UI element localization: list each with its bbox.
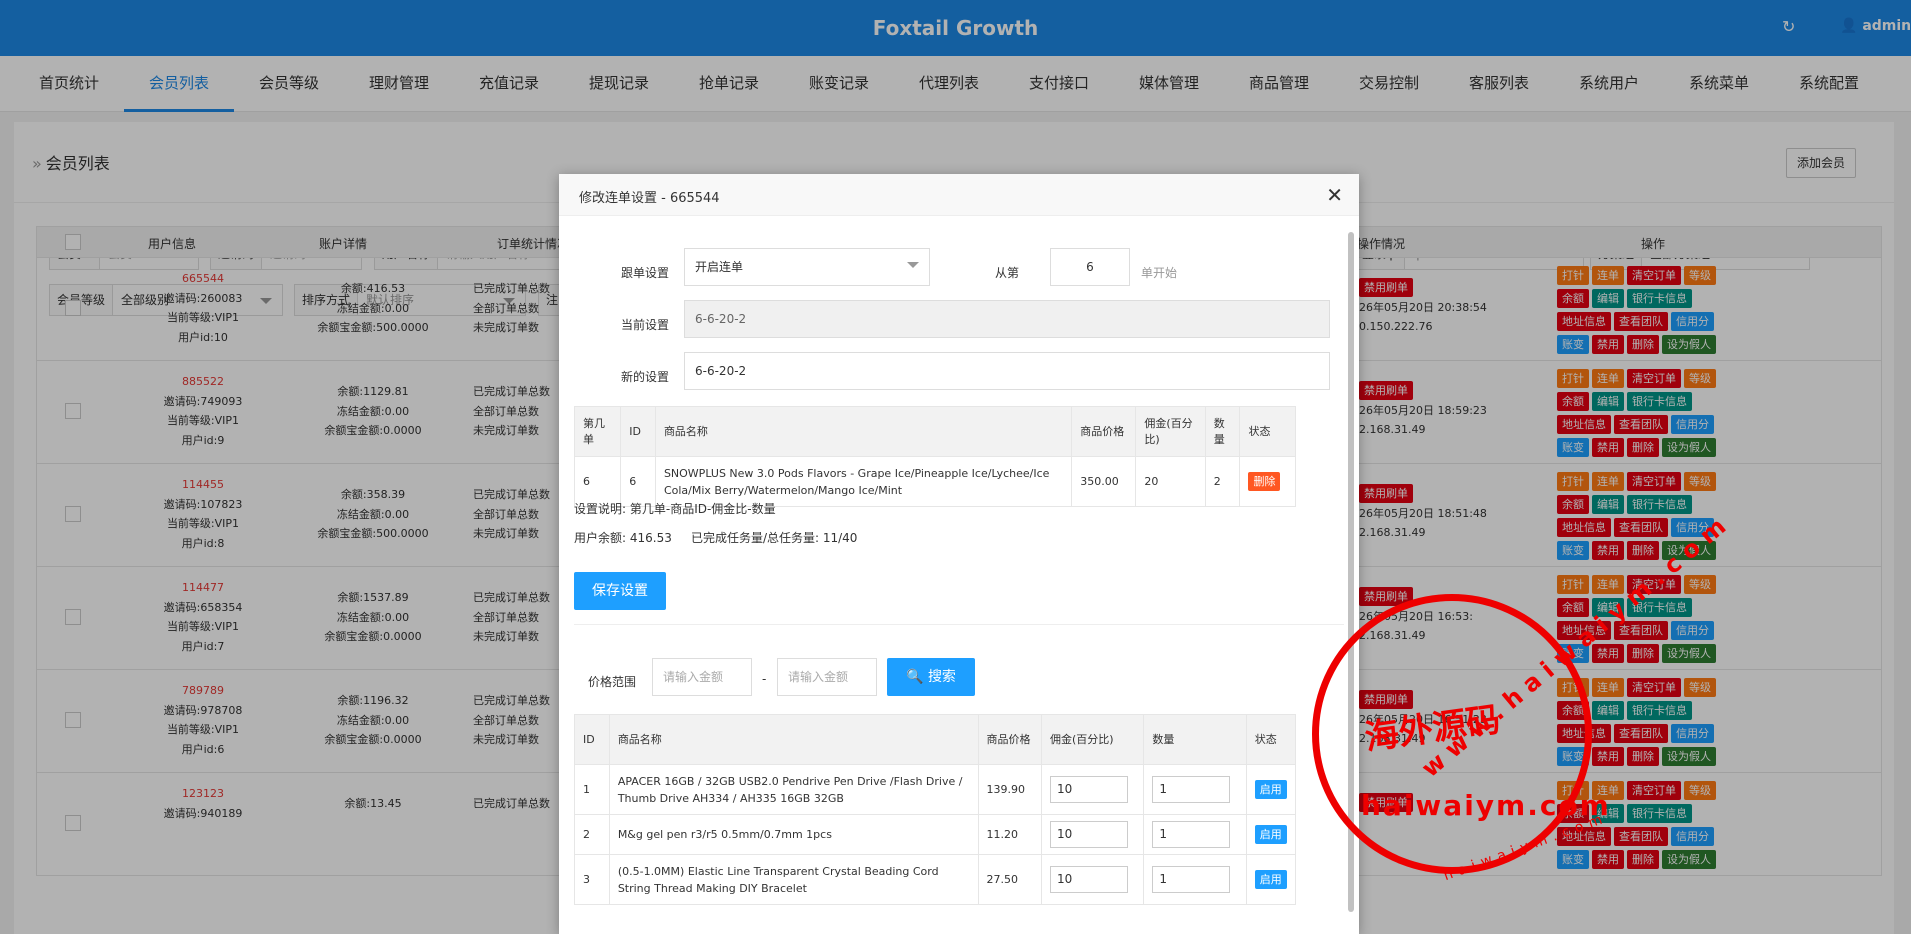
table-cell: 删除 (1239, 456, 1296, 507)
table-cell: M&g gel pen r3/r5 0.5mm/0.7mm 1pcs (608, 814, 979, 855)
search-icon: 🔍 (906, 669, 924, 685)
price-max-input[interactable]: 请输入金额 (777, 658, 877, 696)
table-cell: APACER 16GB / 32GB USB2.0 Pendrive Pen D… (608, 764, 979, 815)
column-header: 商品价格 (1071, 406, 1137, 457)
delete-button[interactable]: 删除 (1248, 472, 1281, 491)
table-cell: 启用 (1245, 764, 1297, 815)
column-header: 数量 (1143, 714, 1247, 765)
current-setting-label: 当前设置 (620, 318, 669, 332)
user-summary: 用户余额: 416.53 已完成任务量/总任务量: 11/40 (574, 529, 857, 546)
column-header: 状态 (1245, 714, 1297, 765)
column-header: 佣金(百分比) (1135, 406, 1206, 457)
column-header: 商品价格 (977, 714, 1042, 765)
table-cell: 1 (1143, 814, 1247, 855)
stamp-url-text: haiwaiym.com (1361, 789, 1611, 822)
table-cell: 1 (1143, 854, 1247, 905)
edit-consecutive-order-modal: 修改连单设置 - 665544 ✕ 跟单设置 开启连单 从第 6 单开始 当前设… (559, 174, 1359, 934)
table-cell: 6 (573, 456, 622, 507)
table-row: 3 (0.5-1.0MM) Elastic Line Transparent Cr… (574, 854, 1297, 905)
range-dash: - (762, 672, 767, 686)
divider (574, 624, 1344, 625)
price-min-input[interactable]: 请输入金额 (652, 658, 752, 696)
enable-button[interactable]: 启用 (1254, 780, 1287, 799)
commission-input[interactable]: 10 (1049, 821, 1128, 848)
modal-title: 修改连单设置 - 665544 (579, 191, 720, 206)
current-setting-field: 6-6-20-2 (684, 300, 1330, 338)
save-settings-button[interactable]: 保存设置 (574, 572, 666, 610)
new-setting-label: 新的设置 (620, 370, 669, 384)
column-header: 数量 (1204, 406, 1241, 457)
table-cell: 10 (1040, 764, 1145, 815)
table-row: 6 6 SNOWPLUS New 3.0 Pods Flavors - Grape … (573, 456, 1296, 507)
enable-button[interactable]: 启用 (1254, 870, 1287, 889)
settings-table: 第几单 ID 商品名称 商品价格 佣金(百分比) 数量 状态 6 6 SNOWPLUS New 3… (573, 406, 1296, 507)
setting-description: 设置说明: 第几单-商品ID-佣金比-数量 (574, 502, 776, 516)
follow-setting-select[interactable]: 开启连单 (684, 248, 930, 286)
table-cell: 2 (1204, 456, 1241, 507)
commission-input[interactable]: 10 (1049, 866, 1128, 893)
column-header: ID (574, 714, 610, 765)
quantity-input[interactable]: 1 (1152, 776, 1231, 803)
table-cell: 139.90 (977, 764, 1042, 815)
follow-setting-value: 开启连单 (695, 260, 744, 274)
user-balance: 用户余额: 416.53 (574, 531, 672, 545)
new-setting-input[interactable]: 6-6-20-2 (684, 352, 1330, 390)
column-header: 商品名称 (608, 714, 979, 765)
goods-table: ID 商品名称 商品价格 佣金(百分比) 数量 状态 1 APACER 16GB / 32GB… (574, 714, 1297, 905)
task-progress: 已完成任务量/总任务量: 11/40 (690, 531, 858, 545)
table-cell: 6 (620, 456, 656, 507)
from-label: 从第 (994, 266, 1019, 280)
from-suffix: 单开始 (1141, 266, 1178, 280)
from-order-input[interactable]: 6 (1050, 248, 1130, 286)
table-cell: (0.5-1.0MM) Elastic Line Transparent Cry… (608, 854, 979, 905)
table-cell: 20 (1135, 456, 1206, 507)
column-header: 佣金(百分比) (1040, 714, 1145, 765)
table-row: 2 M&g gel pen r3/r5 0.5mm/0.7mm 1pcs 11.20… (574, 814, 1297, 855)
table-cell: 350.00 (1071, 456, 1137, 507)
search-label: 搜索 (927, 669, 956, 685)
table-cell: SNOWPLUS New 3.0 Pods Flavors - Grape Ic… (654, 456, 1073, 507)
quantity-input[interactable]: 1 (1152, 821, 1231, 848)
table-header-row: ID 商品名称 商品价格 佣金(百分比) 数量 状态 (574, 714, 1297, 765)
column-header: 状态 (1239, 406, 1296, 457)
column-header: ID (620, 406, 656, 457)
enable-button[interactable]: 启用 (1254, 825, 1287, 844)
table-cell: 2 (574, 814, 610, 855)
table-cell: 11.20 (977, 814, 1042, 855)
watermark-stamp: www.haiwaiym.com 海外源码 haiwaiym.com haiwa… (1312, 507, 1737, 884)
quantity-input[interactable]: 1 (1152, 866, 1231, 893)
table-cell: 3 (574, 854, 610, 905)
table-cell: 10 (1040, 814, 1145, 855)
column-header: 商品名称 (654, 406, 1073, 457)
table-row: 1 APACER 16GB / 32GB USB2.0 Pendrive Pen … (574, 764, 1297, 815)
search-button[interactable]: 🔍 搜索 (887, 658, 975, 696)
table-header-row: 第几单 ID 商品名称 商品价格 佣金(百分比) 数量 状态 (573, 406, 1296, 457)
table-cell: 1 (1143, 764, 1247, 815)
table-cell: 1 (574, 764, 610, 815)
close-icon[interactable]: ✕ (1326, 183, 1343, 207)
price-range-label: 价格范围 (587, 675, 636, 689)
table-cell: 启用 (1245, 854, 1297, 905)
modal-body: 跟单设置 开启连单 从第 6 单开始 当前设置 6-6-20-2 新的设置 6-… (559, 216, 1344, 934)
table-cell: 启用 (1245, 814, 1297, 855)
follow-setting-label: 跟单设置 (620, 266, 669, 280)
commission-input[interactable]: 10 (1049, 776, 1128, 803)
table-cell: 27.50 (977, 854, 1042, 905)
table-cell: 10 (1040, 854, 1145, 905)
chevron-down-icon (907, 262, 919, 268)
stamp-chinese-text: 海外源码 (1362, 699, 1503, 759)
modal-header: 修改连单设置 - 665544 ✕ (559, 174, 1359, 216)
column-header: 第几单 (573, 406, 622, 457)
